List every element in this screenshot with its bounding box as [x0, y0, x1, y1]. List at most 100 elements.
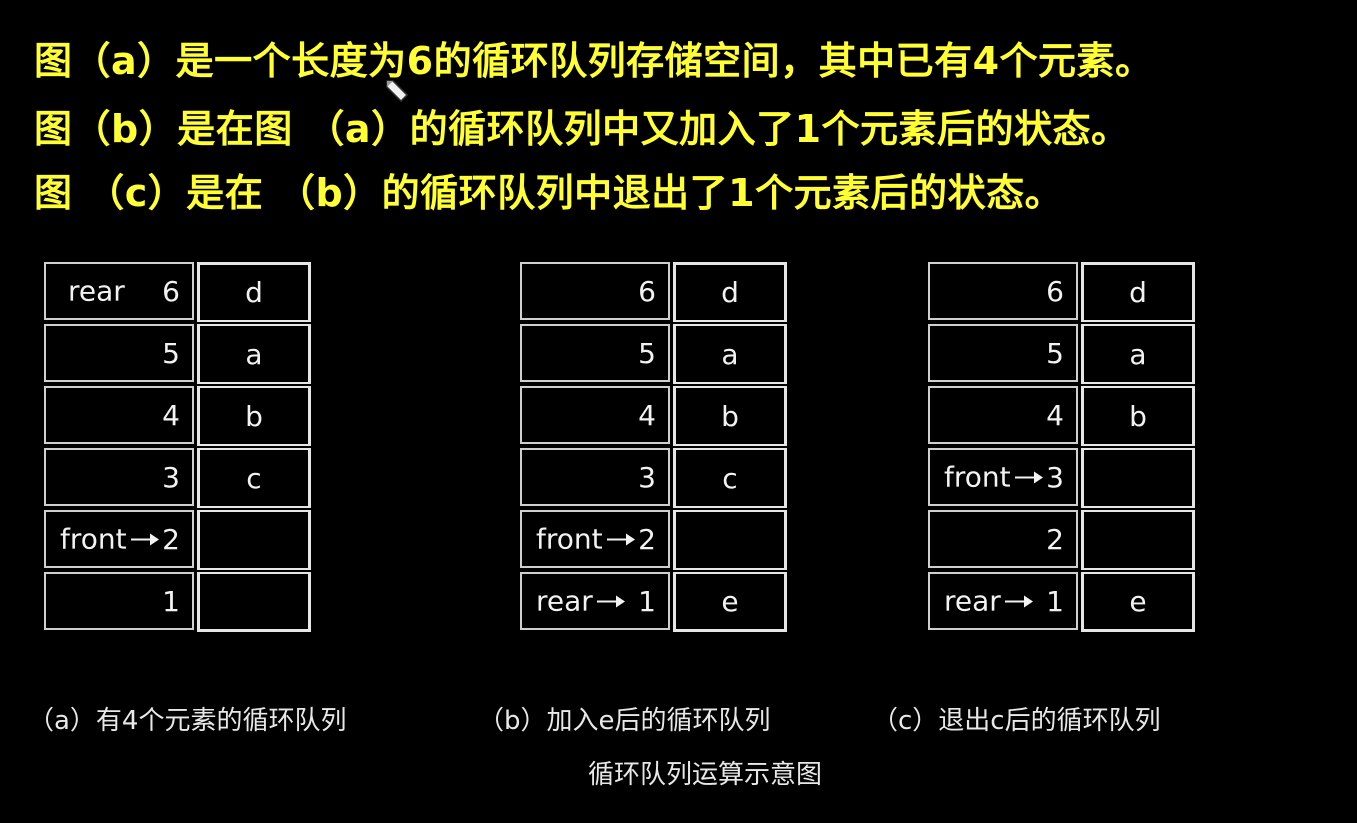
queue-index-number: 6	[638, 274, 656, 308]
queue-index-cell: 4	[928, 386, 1078, 444]
rear-pointer-label: rear	[68, 275, 125, 308]
queue-index-number: 5	[1046, 336, 1064, 370]
queue-diagram-c: 6 d 5 a 4 b front 3 2 rear 1 e	[928, 262, 1195, 634]
headline-line-1: 图（a）是一个长度为6的循环队列存储空间，其中已有4个元素。	[34, 39, 1154, 83]
queue-row: front 2	[44, 510, 311, 572]
queue-row: 6d	[520, 262, 787, 324]
queue-value-cell	[1081, 510, 1195, 570]
queue-value-cell: b	[197, 386, 311, 446]
queue-value-cell	[197, 510, 311, 570]
queue-index-cell: 6	[520, 262, 670, 320]
figure-title: 循环队列运算示意图	[588, 760, 823, 790]
queue-index-number: 2	[162, 522, 180, 556]
queue-index-cell: rear 6	[44, 262, 194, 320]
queue-value-cell	[1081, 448, 1195, 508]
pointer-text: rear	[536, 584, 593, 618]
queue-value-cell: a	[673, 324, 787, 384]
queue-row: rear 6 d	[44, 262, 311, 324]
queue-value-cell: d	[1081, 262, 1195, 322]
queue-index-cell: front 2	[44, 510, 194, 568]
queue-index-cell: 4	[44, 386, 194, 444]
queue-row: 5a	[44, 324, 311, 386]
queue-index-number: 3	[638, 460, 656, 494]
front-pointer-label: front	[536, 523, 635, 556]
right-arrow-icon	[1014, 471, 1043, 483]
queue-row: 5a	[520, 324, 787, 386]
queue-value-cell	[673, 510, 787, 570]
queue-row: 4b	[928, 386, 1195, 448]
queue-index-number: 4	[1046, 398, 1064, 432]
rear-pointer-label: rear	[944, 585, 1033, 618]
queue-index-cell: 5	[520, 324, 670, 382]
queue-value-cell: a	[197, 324, 311, 384]
pointer-text: front	[944, 460, 1011, 494]
queue-index-cell: 3	[520, 448, 670, 506]
queue-row: rear 1 e	[928, 572, 1195, 634]
pointer-text: rear	[944, 584, 1001, 618]
queue-index-number: 4	[162, 398, 180, 432]
queue-row: 4b	[520, 386, 787, 448]
queue-index-number: 1	[638, 584, 656, 618]
headline-line-2: 图（b）是在图 （a）的循环队列中又加入了1个元素后的状态。	[34, 107, 1130, 151]
queue-row: front 3	[928, 448, 1195, 510]
queue-index-cell: rear 1	[928, 572, 1078, 630]
queue-index-cell: front 2	[520, 510, 670, 568]
queue-row: rear 1 e	[520, 572, 787, 634]
queue-index-number: 2	[1046, 522, 1064, 556]
right-arrow-icon	[130, 533, 159, 545]
queue-value-cell	[197, 572, 311, 632]
queue-index-number: 3	[1046, 460, 1064, 494]
queue-value-cell: c	[197, 448, 311, 508]
queue-index-number: 5	[162, 336, 180, 370]
queue-value-cell: a	[1081, 324, 1195, 384]
queue-index-cell: front 3	[928, 448, 1078, 506]
pointer-text: front	[60, 522, 127, 556]
queue-diagram-a: rear 6 d 5 a 4 b 3 c front 2 1	[44, 262, 311, 634]
pointer-text: front	[536, 522, 603, 556]
queue-value-cell: b	[673, 386, 787, 446]
queue-value-cell: d	[673, 262, 787, 322]
queue-index-number: 6	[162, 274, 180, 308]
caption-b: （b）加入e后的循环队列	[478, 706, 771, 736]
queue-index-cell: 5	[928, 324, 1078, 382]
queue-index-cell: 3	[44, 448, 194, 506]
queue-row: 5a	[928, 324, 1195, 386]
queue-index-cell: rear 1	[520, 572, 670, 630]
queue-row: 1	[44, 572, 311, 634]
queue-value-cell: e	[673, 572, 787, 632]
front-pointer-label: front	[60, 523, 159, 556]
right-arrow-icon	[1004, 595, 1033, 607]
pointer-text: rear	[68, 274, 125, 308]
queue-index-cell: 6	[928, 262, 1078, 320]
front-pointer-label: front	[944, 461, 1043, 494]
queue-row: 2	[928, 510, 1195, 572]
queue-index-number: 4	[638, 398, 656, 432]
rear-pointer-label: rear	[536, 585, 625, 618]
queue-index-number: 2	[638, 522, 656, 556]
queue-row: 3c	[520, 448, 787, 510]
queue-index-cell: 2	[928, 510, 1078, 568]
queue-row: front 2	[520, 510, 787, 572]
queue-index-number: 6	[1046, 274, 1064, 308]
queue-row: 4b	[44, 386, 311, 448]
queue-value-cell: e	[1081, 572, 1195, 632]
right-arrow-icon	[596, 595, 625, 607]
queue-index-cell: 4	[520, 386, 670, 444]
queue-value-cell: c	[673, 448, 787, 508]
queue-index-cell: 1	[44, 572, 194, 630]
queue-diagram-b: 6 d 5 a 4 b 3 c front 2 rear 1 e	[520, 262, 787, 634]
queue-index-number: 5	[638, 336, 656, 370]
queue-row: 3c	[44, 448, 311, 510]
caption-a: （a）有4个元素的循环队列	[28, 706, 347, 736]
queue-index-number: 1	[1046, 584, 1064, 618]
caption-c: （c）退出c后的循环队列	[872, 706, 1161, 736]
queue-value-cell: b	[1081, 386, 1195, 446]
queue-row: 6d	[928, 262, 1195, 324]
headline-line-3: 图 （c）是在 （b）的循环队列中退出了1个元素后的状态。	[34, 171, 1064, 215]
pencil-cursor-icon	[386, 80, 409, 103]
queue-index-cell: 5	[44, 324, 194, 382]
queue-index-number: 3	[162, 460, 180, 494]
queue-index-number: 1	[162, 584, 180, 618]
queue-value-cell: d	[197, 262, 311, 322]
right-arrow-icon	[606, 533, 635, 545]
